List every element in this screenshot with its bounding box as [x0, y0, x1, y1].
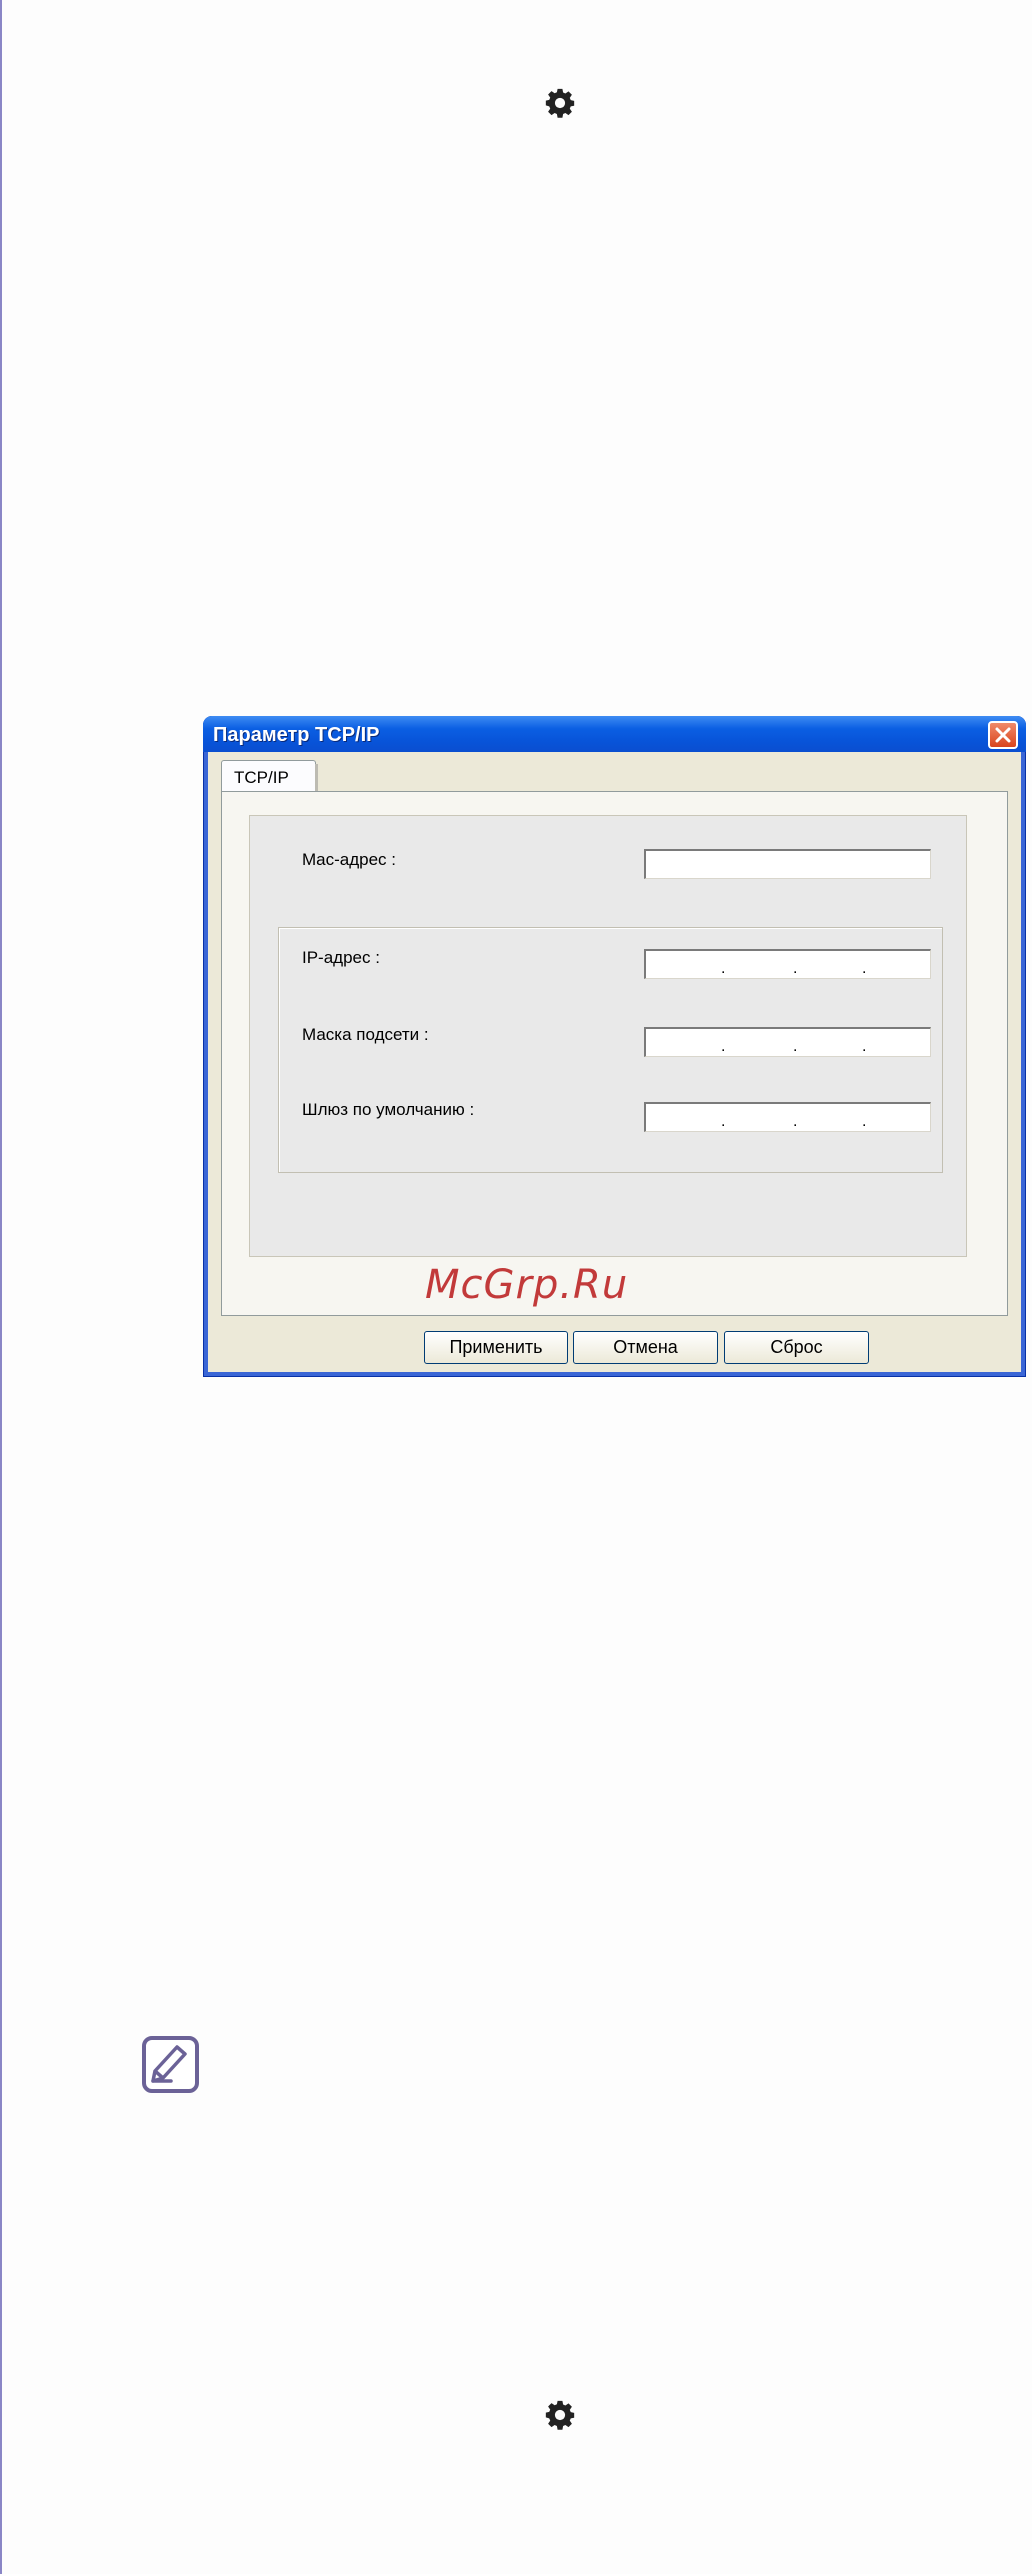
subnet-mask-field[interactable]: . . . — [644, 1027, 931, 1057]
tab-panel-tcpip: Mac-адрес : IP-адрес : . . . Маска подсе… — [221, 791, 1008, 1316]
watermark: McGrp.Ru — [425, 1262, 629, 1308]
reset-button[interactable]: Сброс — [724, 1331, 869, 1364]
gear-icon — [543, 2398, 577, 2432]
apply-button[interactable]: Применить — [424, 1331, 568, 1364]
ip-address-label: IP-адрес : — [302, 948, 380, 967]
page-left-rule — [0, 0, 2, 2574]
subnet-mask-label: Маска подсети : — [302, 1025, 429, 1044]
mac-address-field[interactable] — [644, 849, 931, 879]
dialog-titlebar[interactable]: Параметр TCP/IP — [203, 716, 1026, 752]
settings-group: Mac-адрес : IP-адрес : . . . Маска подсе… — [249, 815, 967, 1257]
ip-address-field[interactable]: . . . — [644, 949, 931, 979]
gear-icon — [543, 86, 577, 120]
close-button[interactable] — [988, 721, 1018, 749]
mac-address-label: Mac-адрес : — [302, 850, 397, 869]
dialog-title: Параметр TCP/IP — [213, 724, 380, 746]
cancel-button[interactable]: Отмена — [573, 1331, 718, 1364]
tab-tcpip[interactable]: TCP/IP — [221, 760, 318, 792]
default-gateway-field[interactable]: . . . — [644, 1102, 931, 1132]
close-icon — [995, 727, 1011, 743]
ip-settings-group: IP-адрес : . . . Маска подсети : . . . Ш… — [278, 927, 943, 1173]
note-pencil-icon — [141, 2035, 200, 2094]
default-gateway-label: Шлюз по умолчанию : — [302, 1100, 475, 1119]
